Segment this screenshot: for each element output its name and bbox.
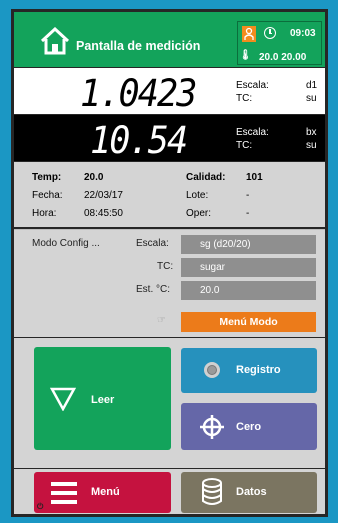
tc-field[interactable]: sugar xyxy=(181,258,316,277)
est-label: Est. °C: xyxy=(136,284,171,295)
hamburger-icon xyxy=(51,482,77,504)
triangle-down-icon xyxy=(50,387,76,411)
clock-time: 09:03 xyxy=(290,28,316,39)
leer-button[interactable]: Leer xyxy=(34,347,171,450)
pointer-icon: ☞ xyxy=(157,315,166,326)
oper-value: - xyxy=(246,208,250,219)
escala-label: Escala: xyxy=(136,238,169,249)
calidad-value: 101 xyxy=(246,172,263,183)
hora-value: 08:45:50 xyxy=(84,208,123,219)
reading-2-tc-value: su xyxy=(306,140,317,151)
oper-label: Oper: xyxy=(186,208,212,219)
menu-modo-button[interactable]: Menú Modo xyxy=(181,312,316,332)
reading-1-scale-value: d1 xyxy=(306,80,318,91)
temp-label: Temp: xyxy=(32,172,62,183)
mode-config-label: Modo Config ... xyxy=(32,238,100,249)
clock-icon xyxy=(264,27,276,39)
lote-value: - xyxy=(246,190,250,201)
temperature-readout: 20.0 20.00 xyxy=(259,52,307,63)
datos-label: Datos xyxy=(236,486,267,498)
reading-1-value: 1.0423 xyxy=(80,72,197,115)
lote-label: Lote: xyxy=(186,190,209,201)
reading-row-2: 10.54 Escala: bx TC: su xyxy=(14,115,325,162)
fecha-label: Fecha: xyxy=(32,190,63,201)
reading-row-1: 1.0423 Escala: d1 TC: su xyxy=(14,68,325,115)
menu-button[interactable]: ⏻ Menú xyxy=(34,472,171,513)
calidad-label: Calidad: xyxy=(186,172,226,183)
cero-button[interactable]: Cero xyxy=(181,403,317,450)
reading-2-tc-label: TC: xyxy=(236,140,253,151)
escala-field[interactable]: sg (d20/20) xyxy=(181,235,316,254)
tc-label: TC: xyxy=(157,261,174,272)
header-bar: Pantalla de medición 09:03 🌡 20.0 20.00 xyxy=(14,12,325,67)
page-title: Pantalla de medición xyxy=(76,39,201,53)
reading-1-tc-value: su xyxy=(306,93,317,104)
reading-1-tc-label: TC: xyxy=(236,93,253,104)
reading-2-value: 10.54 xyxy=(90,119,188,162)
config-panel: Modo Config ... Escala: sg (d20/20) TC: … xyxy=(14,229,325,337)
power-icon: ⏻ xyxy=(37,502,44,511)
cero-label: Cero xyxy=(236,421,262,433)
datos-button[interactable]: Datos xyxy=(181,472,317,513)
leer-label: Leer xyxy=(91,394,115,406)
temp-value: 20.0 xyxy=(84,172,104,183)
reading-1-scale-label: Escala: xyxy=(236,80,269,91)
est-field[interactable]: 20.0 xyxy=(181,281,316,300)
menu-label: Menú xyxy=(91,486,120,498)
registro-button[interactable]: Registro xyxy=(181,348,317,393)
record-icon xyxy=(204,362,220,378)
home-icon[interactable] xyxy=(40,27,70,55)
user-icon[interactable] xyxy=(242,26,256,42)
sample-info-panel: Temp: 20.0 Fecha: 22/03/17 Hora: 08:45:5… xyxy=(14,162,325,227)
reading-2-scale-label: Escala: xyxy=(236,127,269,138)
bottom-bar: ⏻ Menú Datos xyxy=(14,469,325,514)
hora-label: Hora: xyxy=(32,208,57,219)
fecha-value: 22/03/17 xyxy=(84,190,123,201)
app-frame: Pantalla de medición 09:03 🌡 20.0 20.00 … xyxy=(11,9,328,517)
registro-label: Registro xyxy=(236,364,281,376)
thermometer-icon: 🌡 xyxy=(239,50,252,61)
action-panel: Leer Registro Cero xyxy=(14,338,325,468)
crosshair-icon xyxy=(200,415,224,439)
database-icon xyxy=(202,478,222,505)
reading-2-scale-value: bx xyxy=(306,127,317,138)
